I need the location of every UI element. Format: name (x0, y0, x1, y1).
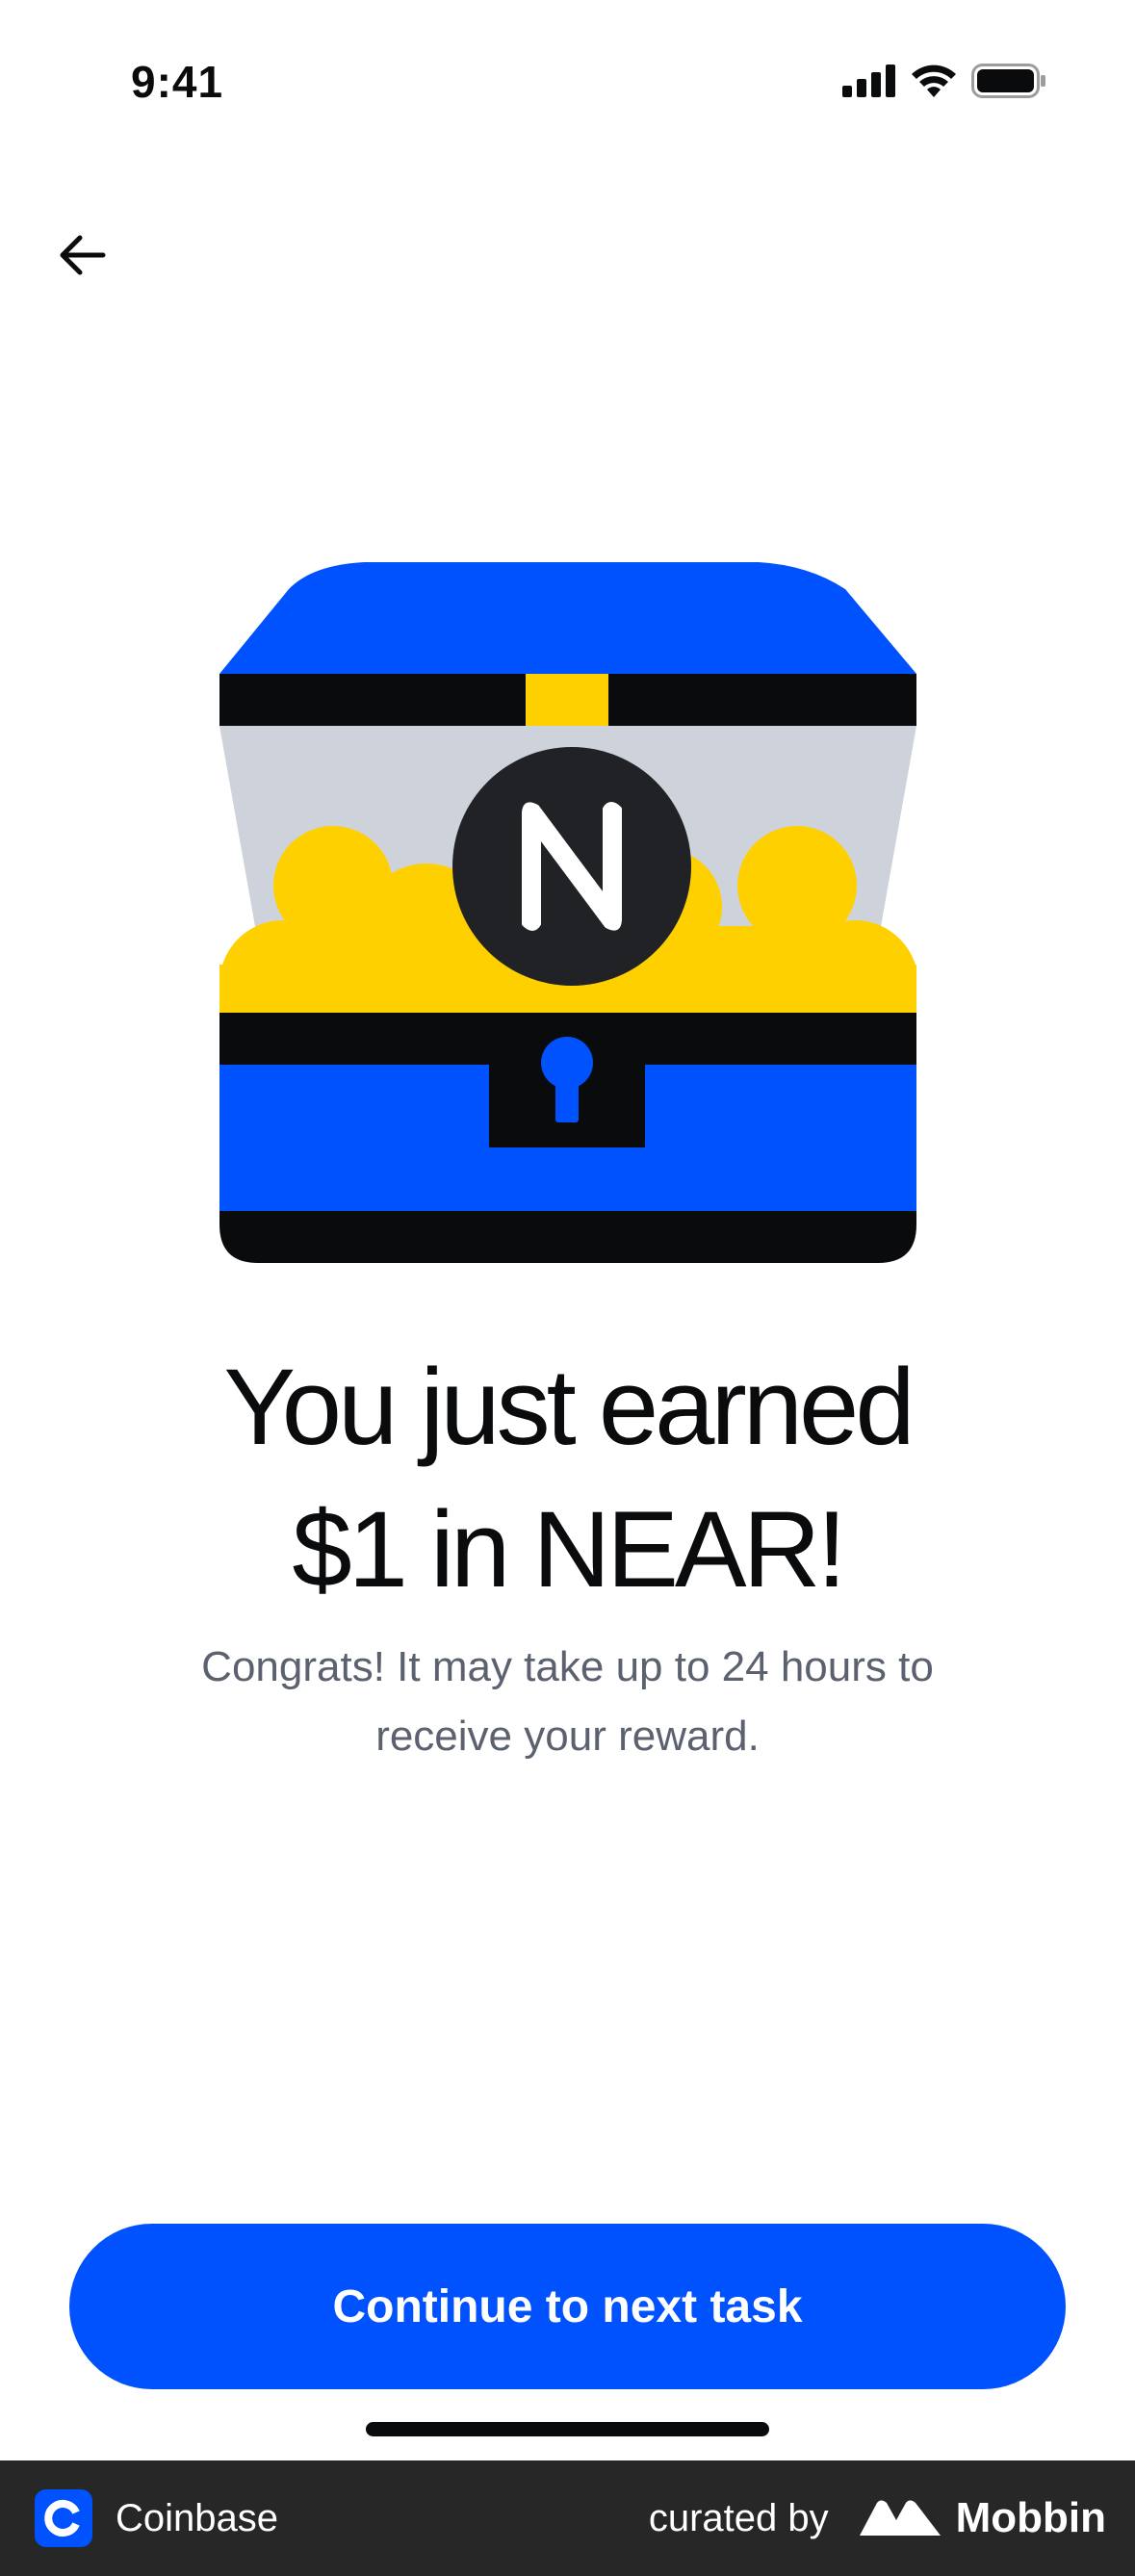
back-button[interactable] (39, 212, 125, 298)
curated-by-label: curated by (648, 2496, 829, 2539)
coinbase-app-icon (35, 2489, 92, 2547)
chest-lid (219, 562, 916, 674)
subtext-line-1: Congrats! It may take up to 24 hours to (201, 1643, 934, 1690)
treasure-chest-illustration (219, 562, 916, 1263)
footer-bar: Coinbase curated by Mobbin (0, 2460, 1135, 2576)
cellular-signal-icon (842, 64, 895, 97)
arrow-left-icon (60, 235, 106, 275)
continue-next-task-button[interactable]: Continue to next task (69, 2224, 1066, 2389)
status-icons (842, 64, 1046, 98)
home-indicator[interactable] (366, 2422, 769, 2436)
wifi-icon (912, 64, 956, 97)
coinbase-logo-icon (44, 2500, 80, 2537)
mobbin-brand: Mobbin (858, 2494, 1106, 2542)
subtext-line-2: receive your reward. (375, 1713, 760, 1760)
reward-subtext: Congrats! It may take up to 24 hours to … (116, 1633, 1019, 1771)
footer-credit: curated by Mobbin (649, 2494, 1106, 2542)
mobbin-brand-name: Mobbin (955, 2494, 1106, 2541)
footer-app-name: Coinbase (116, 2496, 279, 2539)
chest-latch (526, 674, 608, 726)
chest-body-band-bottom (219, 1211, 916, 1263)
mobbin-logo-icon (859, 2500, 941, 2536)
battery-icon (971, 64, 1045, 98)
headline-line-2: $1 in NEAR! (292, 1489, 846, 1610)
headline-line-1: You just earned (223, 1347, 915, 1467)
reward-headline: You just earned $1 in NEAR! (58, 1336, 1077, 1621)
status-time: 9:41 (131, 57, 224, 107)
footer-app: Coinbase (35, 2489, 278, 2547)
status-bar: 9:41 (0, 0, 1135, 164)
